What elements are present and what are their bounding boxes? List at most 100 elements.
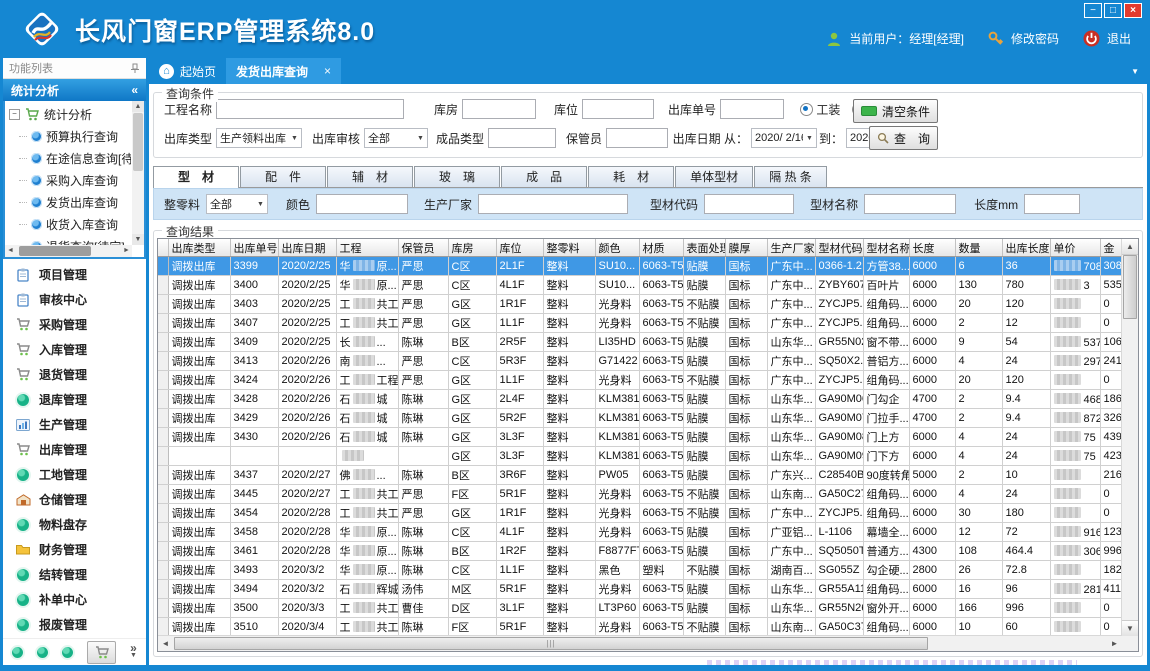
grid-column-header-1[interactable]: 出库单号 bbox=[230, 239, 278, 257]
grid-column-header-5[interactable]: 库房 bbox=[448, 239, 496, 257]
material-tab-2[interactable]: 辅 材 bbox=[327, 166, 413, 187]
module-item-13[interactable]: 补单中心 bbox=[3, 587, 146, 612]
module-item-11[interactable]: 财务管理 bbox=[3, 537, 146, 562]
length-input[interactable] bbox=[1024, 194, 1080, 214]
grid-column-header-8[interactable]: 颜色 bbox=[595, 239, 639, 257]
pin-icon[interactable] bbox=[130, 63, 140, 74]
module-item-12[interactable]: 结转管理 bbox=[3, 562, 146, 587]
grid-horizontal-scrollbar[interactable]: ◄|||► bbox=[158, 635, 1122, 651]
collapse-icon[interactable]: « bbox=[131, 83, 138, 97]
material-tab-3[interactable]: 玻 璃 bbox=[414, 166, 500, 187]
grid-row[interactable]: 调拨出库34372020/2/27佛...陈琳B区3R6F整料PW056063-… bbox=[158, 466, 1139, 485]
keeper-input[interactable] bbox=[606, 128, 668, 148]
grid-row[interactable]: 调拨出库34542020/2/28工共工程严思G区1R1F整料光身料6063-T… bbox=[158, 504, 1139, 523]
dot-icon[interactable] bbox=[62, 647, 73, 658]
minimize-button[interactable]: − bbox=[1084, 3, 1102, 18]
search-button[interactable]: 查 询 bbox=[869, 126, 938, 150]
module-item-3[interactable]: 入库管理 bbox=[3, 337, 146, 362]
tree-root-statistics[interactable]: − 统计分析 bbox=[9, 103, 131, 125]
grid-row[interactable]: 调拨出库34072020/2/25工共工程严思G区1L1F整料光身料6063-T… bbox=[158, 314, 1139, 333]
grid-vertical-scrollbar[interactable]: ▲▼ bbox=[1121, 239, 1138, 636]
radio-gongzhuang[interactable]: 工装 bbox=[800, 101, 840, 118]
module-item-4[interactable]: 退货管理 bbox=[3, 362, 146, 387]
clear-conditions-button[interactable]: 清空条件 bbox=[853, 99, 938, 123]
grid-row[interactable]: 调拨出库34582020/2/28华原...陈琳C区4L1F整料光身料6063-… bbox=[158, 523, 1139, 542]
outbound-type-select[interactable]: 生产领料出库▼ bbox=[216, 128, 302, 148]
module-item-9[interactable]: 仓储管理 bbox=[3, 487, 146, 512]
module-item-7[interactable]: 出库管理 bbox=[3, 437, 146, 462]
grid-row[interactable]: 调拨出库34942020/3/2石辉城汤伟M区5R1F整料光身料6063-T5贴… bbox=[158, 580, 1139, 599]
tree-expander-icon[interactable]: − bbox=[9, 109, 20, 120]
module-item-14[interactable]: 报废管理 bbox=[3, 612, 146, 637]
grid-column-header-13[interactable]: 型材代码 bbox=[815, 239, 863, 257]
grid-row[interactable]: 调拨出库34452020/2/27工共工程严思F区5R1F整料光身料6063-T… bbox=[158, 485, 1139, 504]
grid-row[interactable]: 调拨出库34302020/2/26石城陈琳G区3L3F整料KLM38176063… bbox=[158, 428, 1139, 447]
grid-column-header-9[interactable]: 材质 bbox=[639, 239, 683, 257]
tree-item-0[interactable]: 预算执行查询 bbox=[9, 125, 131, 147]
tree-item-5[interactable]: 退货查询[待定] bbox=[9, 235, 131, 245]
material-tab-6[interactable]: 单体型材 bbox=[675, 166, 753, 187]
grid-column-header-3[interactable]: 工程 bbox=[336, 239, 398, 257]
profile-code-input[interactable] bbox=[704, 194, 794, 214]
grid-column-header-7[interactable]: 整零料 bbox=[543, 239, 595, 257]
tree-item-2[interactable]: 采购入库查询 bbox=[9, 169, 131, 191]
dot-icon[interactable] bbox=[37, 647, 48, 658]
material-tab-7[interactable]: 隔 热 条 bbox=[754, 166, 827, 187]
grid-row[interactable]: 调拨出库34292020/2/26石城陈琳G区5R2F整料KLM38176063… bbox=[158, 409, 1139, 428]
tree-horizontal-scrollbar[interactable]: ◄► bbox=[5, 245, 132, 257]
grid-row[interactable]: G区3L3F整料KLM38176063-T5贴膜国标山东华...GA90M09.… bbox=[158, 447, 1139, 466]
material-tab-4[interactable]: 成 品 bbox=[501, 166, 587, 187]
module-item-0[interactable]: 项目管理 bbox=[3, 262, 146, 287]
grid-row[interactable]: 调拨出库33992020/2/25华原...严思C区2L1F整料SU10...6… bbox=[158, 257, 1139, 276]
order-no-input[interactable] bbox=[720, 99, 784, 119]
tree-item-4[interactable]: 收货入库查询 bbox=[9, 213, 131, 235]
module-item-10[interactable]: 物料盘存 bbox=[3, 512, 146, 537]
grid-row[interactable]: 调拨出库34242020/2/26工工程严思G区1L1F整料光身料6063-T5… bbox=[158, 371, 1139, 390]
grid-column-header-4[interactable]: 保管员 bbox=[398, 239, 448, 257]
tree-item-1[interactable]: 在途信息查询[待 bbox=[9, 147, 131, 169]
statistics-shortcut-button[interactable] bbox=[87, 641, 116, 664]
grid-row[interactable]: 调拨出库34002020/2/25华原...严思C区4L1F整料SU10...6… bbox=[158, 276, 1139, 295]
warehouse-input[interactable] bbox=[462, 99, 536, 119]
grid-column-header-0[interactable]: 出库类型 bbox=[168, 239, 230, 257]
profile-name-input[interactable] bbox=[864, 194, 956, 214]
tree-item-3[interactable]: 发货出库查询 bbox=[9, 191, 131, 213]
whole-part-select[interactable]: 全部▼ bbox=[206, 194, 268, 214]
grid-row[interactable]: 调拨出库35102020/3/4工共工程陈琳F区5R1F整料光身料6063-T5… bbox=[158, 618, 1139, 637]
project-name-input[interactable] bbox=[216, 99, 404, 119]
close-button[interactable]: × bbox=[1124, 3, 1142, 18]
grid-column-header-12[interactable]: 生产厂家 bbox=[767, 239, 815, 257]
color-input[interactable] bbox=[316, 194, 408, 214]
dot-icon[interactable] bbox=[12, 647, 23, 658]
grid-column-header-10[interactable]: 表面处理 bbox=[683, 239, 725, 257]
grid-column-header-11[interactable]: 膜厚 bbox=[725, 239, 767, 257]
material-tab-5[interactable]: 耗 材 bbox=[588, 166, 674, 187]
grid-row[interactable]: 调拨出库34612020/2/28华原...陈琳B区1R2F整料F8877FT6… bbox=[158, 542, 1139, 561]
grid-column-header-17[interactable]: 出库长度 bbox=[1002, 239, 1050, 257]
grid-column-header-18[interactable]: 单价 bbox=[1050, 239, 1100, 257]
material-tab-0[interactable]: 型 材 bbox=[153, 166, 239, 188]
date-from-picker[interactable]: 2020/ 2/16▼ bbox=[751, 128, 817, 148]
grid-column-header-16[interactable]: 数量 bbox=[955, 239, 1002, 257]
tab-close-icon[interactable]: × bbox=[324, 64, 331, 78]
tab-overflow-icon[interactable]: ▼ bbox=[1131, 67, 1139, 76]
grid-row[interactable]: 调拨出库34132020/2/26南...严思C区5R3F整料G71422606… bbox=[158, 352, 1139, 371]
change-password-link[interactable]: 修改密码 bbox=[1011, 30, 1059, 47]
tab-shipment-outbound-query[interactable]: 发货出库查询 × bbox=[226, 58, 341, 84]
module-item-6[interactable]: 生产管理 bbox=[3, 412, 146, 437]
grid-column-header-14[interactable]: 型材名称 bbox=[863, 239, 909, 257]
grid-row[interactable]: 调拨出库35002020/3/3工共工程曹佳D区3L1F整料LT3P606063… bbox=[158, 599, 1139, 618]
grid-column-header-15[interactable]: 长度 bbox=[909, 239, 955, 257]
more-modules-button[interactable]: »▼ bbox=[130, 644, 137, 660]
module-item-2[interactable]: 采购管理 bbox=[3, 312, 146, 337]
grid-row[interactable]: 调拨出库34282020/2/26石城陈琳G区2L4F整料KLM38176063… bbox=[158, 390, 1139, 409]
grid-column-header-6[interactable]: 库位 bbox=[496, 239, 543, 257]
material-tab-1[interactable]: 配 件 bbox=[240, 166, 326, 187]
sidebar-section-header[interactable]: 统计分析 « bbox=[3, 79, 146, 101]
grid-column-header-2[interactable]: 出库日期 bbox=[278, 239, 336, 257]
grid-row[interactable]: 调拨出库34032020/2/25工共工程严思G区1R1F整料光身料6063-T… bbox=[158, 295, 1139, 314]
tree-vertical-scrollbar[interactable]: ▲▼ bbox=[132, 101, 144, 245]
tab-home[interactable]: ⌂ 起始页 bbox=[149, 58, 226, 84]
grid-row[interactable]: 调拨出库34932020/3/2华原...陈琳C区1L1F整料黑色塑料不贴膜国标… bbox=[158, 561, 1139, 580]
maximize-button[interactable]: □ bbox=[1104, 3, 1122, 18]
